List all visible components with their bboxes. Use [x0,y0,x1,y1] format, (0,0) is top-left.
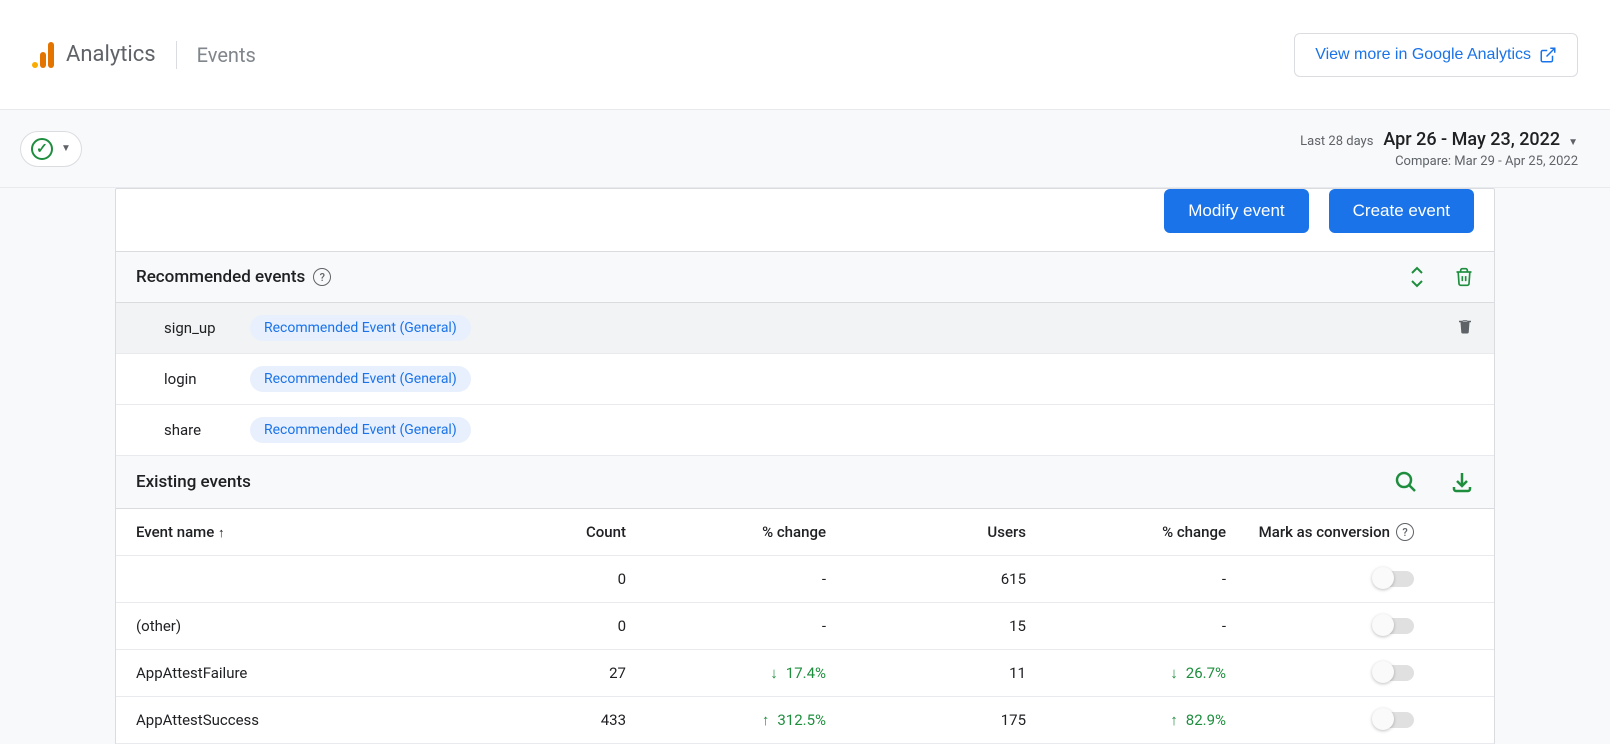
chevron-down-icon: ▼ [1568,137,1578,148]
existing-title: Existing events [136,472,251,492]
events-panel: Modify event Create event Recommended ev… [115,188,1495,744]
cell-users-change: - [1036,617,1236,635]
panel-actions: Modify event Create event [116,189,1494,252]
cell-count-change: ↑ 312.5% [636,711,836,729]
analytics-logo-icon [32,42,54,68]
search-icon[interactable] [1394,470,1418,494]
conversion-toggle[interactable] [1374,665,1414,681]
recommended-chip: Recommended Event (General) [250,315,471,341]
recommended-title: Recommended events [136,267,305,287]
cell-event-name[interactable]: AppAttestFailure [136,664,516,682]
help-icon[interactable]: ? [313,268,331,286]
recommended-events-header: Recommended events ? [116,252,1494,303]
content: Modify event Create event Recommended ev… [0,188,1610,744]
th-change[interactable]: % change [636,523,836,541]
cell-count: 433 [516,711,636,729]
th-users[interactable]: Users [836,523,1036,541]
recommended-event-name: sign_up [164,319,234,337]
trash-icon[interactable] [1454,266,1474,288]
cell-count-change: ↓ 17.4% [636,664,836,682]
cell-event-name[interactable]: AppAttestSuccess [136,711,516,729]
delete-row-button[interactable] [1456,316,1474,340]
recommended-event-name: share [164,421,234,439]
recommended-row[interactable]: sign_up Recommended Event (General) [116,303,1494,354]
chevron-down-icon: ▼ [61,143,71,154]
arrow-up-icon: ↑ [1170,711,1178,729]
cell-users-change: ↓ 26.7% [1036,664,1236,682]
arrow-down-icon: ↓ [770,664,778,682]
subheader: ✓ ▼ Last 28 days Apr 26 - May 23, 2022 ▼… [0,110,1610,188]
cell-count: 27 [516,664,636,682]
sort-asc-icon: ↑ [218,526,225,541]
table-row: AppAttestFailure 27 ↓ 17.4% 11 ↓ 26.7% [116,650,1494,697]
view-more-button[interactable]: View more in Google Analytics [1294,33,1578,77]
recommended-chip: Recommended Event (General) [250,366,471,392]
cell-conversion [1236,571,1474,587]
cell-users-change: ↑ 82.9% [1036,711,1236,729]
breadcrumb: Events [197,43,256,67]
th-count[interactable]: Count [516,523,636,541]
cell-conversion [1236,712,1474,728]
recommended-row[interactable]: share Recommended Event (General) [116,405,1494,456]
conversion-toggle[interactable] [1374,712,1414,728]
divider [176,41,177,69]
table-row: (other) 0 - 15 - [116,603,1494,650]
date-range-label: Last 28 days [1300,134,1373,149]
th-conversion: Mark as conversion ? [1236,523,1474,541]
trash-icon [1456,316,1474,336]
download-icon[interactable] [1450,470,1474,494]
status-filter-chip[interactable]: ✓ ▼ [20,131,82,167]
open-external-icon [1539,46,1557,64]
cell-count-change: - [636,617,836,635]
existing-events-header: Existing events [116,456,1494,509]
cell-conversion [1236,618,1474,634]
table-header: Event name ↑ Count % change Users % chan… [116,509,1494,556]
recommended-event-name: login [164,370,234,388]
cell-users: 175 [836,711,1036,729]
th-change2[interactable]: % change [1036,523,1236,541]
help-icon[interactable]: ? [1396,523,1414,541]
conversion-toggle[interactable] [1374,571,1414,587]
cell-count: 0 [516,617,636,635]
cell-users: 15 [836,617,1036,635]
create-event-button[interactable]: Create event [1329,189,1474,233]
date-range-main: Apr 26 - May 23, 2022 [1383,129,1560,150]
top-header: Analytics Events View more in Google Ana… [0,0,1610,110]
view-more-label: View more in Google Analytics [1315,46,1531,64]
check-circle-icon: ✓ [31,138,53,160]
cell-users: 615 [836,570,1036,588]
date-range-picker[interactable]: Last 28 days Apr 26 - May 23, 2022 ▼ Com… [1300,129,1578,169]
date-range-compare: Compare: Mar 29 - Apr 25, 2022 [1300,154,1578,169]
expand-collapse-icon[interactable] [1408,266,1426,288]
cell-event-name[interactable]: (other) [136,617,516,635]
brand-title: Analytics [66,42,156,67]
th-event-name[interactable]: Event name ↑ [136,523,516,541]
cell-conversion [1236,665,1474,681]
cell-count-change: - [636,570,836,588]
recommended-chip: Recommended Event (General) [250,417,471,443]
table-row: AppAttestSuccess 433 ↑ 312.5% 175 ↑ 82.9… [116,697,1494,744]
recommended-row[interactable]: login Recommended Event (General) [116,354,1494,405]
modify-event-button[interactable]: Modify event [1164,189,1308,233]
conversion-toggle[interactable] [1374,618,1414,634]
brand-block: Analytics Events [32,41,256,69]
arrow-up-icon: ↑ [762,711,770,729]
cell-count: 0 [516,570,636,588]
table-row: 0 - 615 - [116,556,1494,603]
cell-users-change: - [1036,570,1236,588]
cell-users: 11 [836,664,1036,682]
arrow-down-icon: ↓ [1170,664,1178,682]
